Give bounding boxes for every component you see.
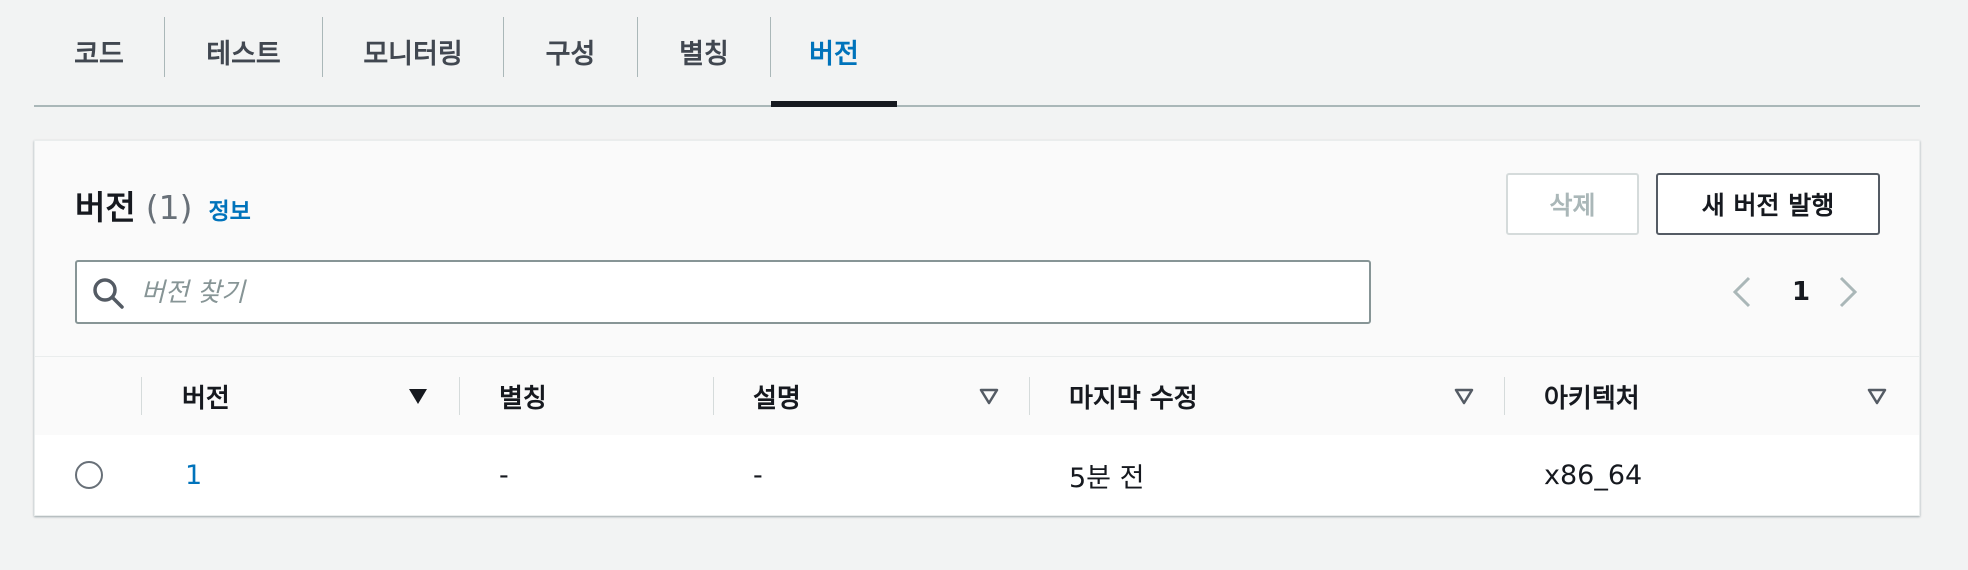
version-count: (1) bbox=[145, 188, 193, 227]
column-header-last-modified[interactable]: 마지막 수정 bbox=[1069, 357, 1198, 435]
tab-aliases[interactable]: 별칭 bbox=[638, 0, 770, 103]
description-cell: - bbox=[753, 459, 763, 491]
column-header-alias: 별칭 bbox=[499, 383, 547, 414]
pagination: 1 bbox=[1725, 260, 1915, 324]
column-header-version[interactable]: 버전 bbox=[182, 357, 230, 435]
architecture-cell: x86_64 bbox=[1544, 459, 1643, 491]
search-box bbox=[75, 260, 1371, 324]
sort-icon[interactable] bbox=[1866, 385, 1888, 407]
column-header-description[interactable]: 설명 bbox=[753, 357, 801, 435]
tab-code[interactable]: 코드 bbox=[34, 0, 164, 103]
current-page[interactable]: 1 bbox=[1781, 260, 1821, 324]
panel-header: 버전 (1) 정보 bbox=[75, 181, 251, 229]
publish-new-version-button[interactable]: 새 버전 발행 bbox=[1656, 173, 1880, 235]
search-input[interactable] bbox=[139, 262, 1343, 324]
row-select-radio-icon[interactable] bbox=[75, 461, 103, 489]
chevron-left-icon[interactable] bbox=[1725, 274, 1761, 310]
tab-test[interactable]: 테스트 bbox=[165, 0, 322, 103]
version-link[interactable]: 1 bbox=[185, 435, 202, 515]
column-divider bbox=[1504, 377, 1505, 415]
info-link[interactable]: 정보 bbox=[208, 192, 250, 226]
tab-monitoring[interactable]: 모니터링 bbox=[323, 0, 503, 103]
versions-panel: 버전 (1) 정보 삭제 새 버전 발행 1 버전 별칭 설명 bbox=[34, 140, 1920, 516]
column-divider bbox=[713, 377, 714, 415]
tab-configuration[interactable]: 구성 bbox=[504, 0, 637, 103]
chevron-right-icon[interactable] bbox=[1829, 274, 1865, 310]
tab-bar: 코드 테스트 모니터링 구성 별칭 버전 bbox=[34, 0, 1920, 107]
tab-versions[interactable]: 버전 bbox=[771, 0, 897, 107]
alias-cell: - bbox=[499, 459, 509, 491]
sort-icon[interactable] bbox=[1453, 385, 1475, 407]
column-divider bbox=[459, 377, 460, 415]
sort-descending-icon[interactable] bbox=[407, 385, 429, 407]
column-divider bbox=[141, 377, 142, 415]
table-row[interactable]: 1 - - 5분 전 x86_64 bbox=[35, 435, 1919, 515]
delete-button[interactable]: 삭제 bbox=[1506, 173, 1639, 235]
sort-icon[interactable] bbox=[978, 385, 1000, 407]
search-icon bbox=[93, 278, 124, 309]
panel-title: 버전 bbox=[75, 188, 136, 227]
column-divider bbox=[1029, 377, 1030, 415]
last-modified-cell: 5분 전 bbox=[1069, 462, 1145, 494]
table-header: 버전 별칭 설명 마지막 수정 아키텍처 bbox=[35, 356, 1919, 436]
column-header-architecture[interactable]: 아키텍처 bbox=[1544, 357, 1640, 435]
